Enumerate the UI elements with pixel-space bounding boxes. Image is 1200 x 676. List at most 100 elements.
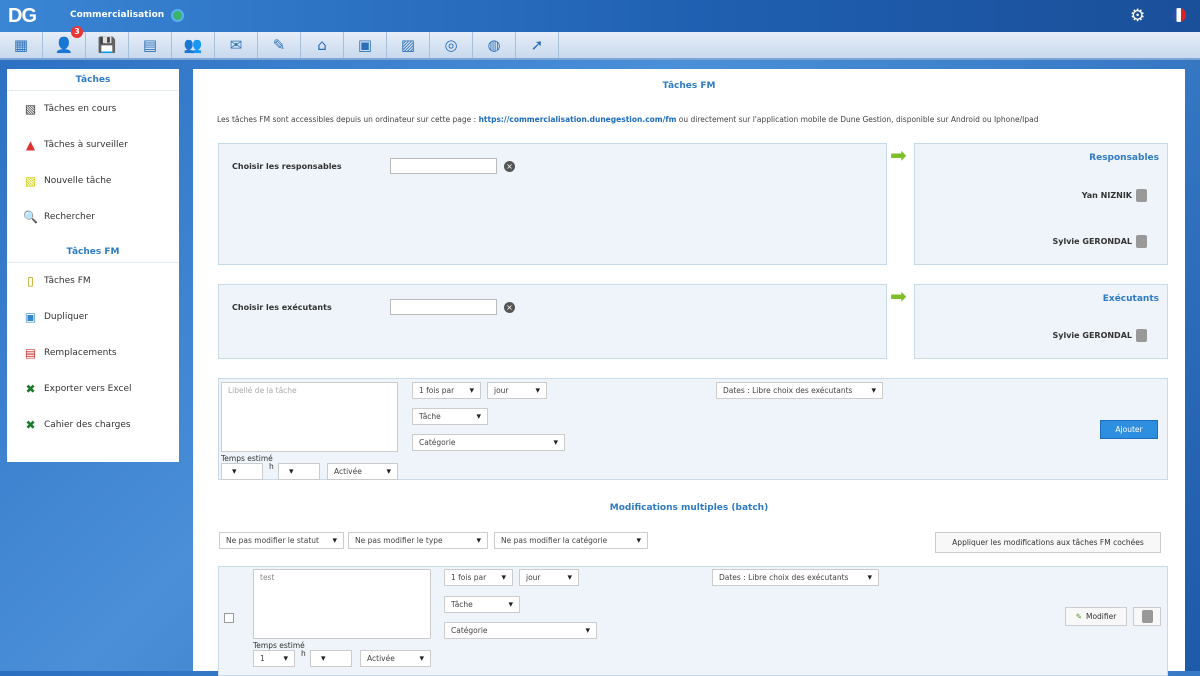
info-before: Les tâches FM sont accessibles depuis un… bbox=[217, 115, 479, 124]
toolbar-mail-button[interactable]: ✉ bbox=[215, 32, 258, 58]
status-select[interactable]: Activée bbox=[360, 650, 431, 667]
status-select[interactable]: Activée bbox=[327, 463, 398, 480]
responsables-title: Responsables bbox=[1089, 153, 1159, 163]
notification-badge: 3 bbox=[71, 26, 83, 38]
toolbar-save-button[interactable]: 💾 bbox=[86, 32, 129, 58]
toolbar-coins-button[interactable]: ◎ bbox=[430, 32, 473, 58]
minutes-select[interactable] bbox=[278, 463, 320, 480]
sidebar-item-label: Tâches à surveiller bbox=[44, 140, 128, 150]
batch-category-select[interactable]: Ne pas modifier la catégorie bbox=[494, 532, 648, 549]
sidebar-item[interactable]: ▣ Dupliquer bbox=[7, 299, 179, 335]
pencil-icon: ✎ bbox=[1075, 612, 1082, 621]
sidebar-item-label: Remplacements bbox=[44, 348, 117, 358]
frequency-select[interactable]: 1 fois par bbox=[444, 569, 513, 586]
tools-icon: ➚ bbox=[530, 36, 544, 54]
arrow-right-icon: ➡ bbox=[890, 143, 907, 167]
sidebar-section-taches: Tâches bbox=[7, 69, 179, 91]
trash-icon[interactable] bbox=[1136, 235, 1147, 248]
toolbar-contacts-button[interactable]: 👥 bbox=[172, 32, 215, 58]
page-title: Tâches FM bbox=[662, 81, 716, 91]
row-checkbox[interactable] bbox=[224, 613, 234, 623]
fm-link[interactable]: https://commercialisation.dunegestion.co… bbox=[479, 115, 677, 124]
toolbar-edit-button[interactable]: ✎ bbox=[258, 32, 301, 58]
modify-button[interactable]: ✎ Modifier bbox=[1065, 607, 1127, 626]
executants-list: Exécutants Sylvie GERONDAL bbox=[914, 284, 1168, 359]
period-select[interactable]: jour bbox=[519, 569, 579, 586]
responsables-list: Responsables Yan NIZNIK Sylvie GERONDAL bbox=[914, 143, 1168, 265]
dates-select[interactable]: Dates : Libre choix des exécutants bbox=[716, 382, 883, 399]
type-select[interactable]: Tâche bbox=[412, 408, 488, 425]
sidebar-item[interactable]: ✖ Exporter vers Excel bbox=[7, 371, 179, 407]
responsables-label: Choisir les responsables bbox=[232, 162, 342, 171]
users-icon: 👤 bbox=[54, 36, 74, 54]
sidebar-item-label: Cahier des charges bbox=[44, 420, 131, 430]
frequency-select[interactable]: 1 fois par bbox=[412, 382, 481, 399]
sidebar-item[interactable]: ▧ Nouvelle tâche bbox=[7, 163, 179, 199]
sidebar-item-icon: 🔍 bbox=[23, 210, 38, 224]
sidebar-item-icon: ▣ bbox=[24, 310, 37, 324]
responsables-input[interactable] bbox=[390, 158, 497, 174]
mail-icon: ✉ bbox=[229, 36, 243, 54]
sidebar-item[interactable]: ▲ Tâches à surveiller bbox=[7, 127, 179, 163]
gear-icon[interactable]: ⚙ bbox=[1130, 6, 1145, 26]
batch-type-select[interactable]: Ne pas modifier le type bbox=[348, 532, 488, 549]
category-select[interactable]: Catégorie bbox=[412, 434, 565, 451]
app-header: DG Commercialisation ⚙ bbox=[0, 0, 1200, 32]
home-icon: ⌂ bbox=[317, 36, 327, 54]
apply-batch-button[interactable]: Appliquer les modifications aux tâches F… bbox=[935, 532, 1161, 553]
hours-select[interactable] bbox=[221, 463, 263, 480]
main-panel: Tâches FM Les tâches FM sont accessibles… bbox=[193, 69, 1185, 676]
sidebar-item-icon: ▤ bbox=[24, 346, 37, 360]
minutes-select[interactable] bbox=[310, 650, 352, 667]
task-label-textarea[interactable]: Libellé de la tâche bbox=[221, 382, 398, 452]
delete-button[interactable] bbox=[1133, 607, 1161, 626]
sidebar-item-label: Nouvelle tâche bbox=[44, 176, 112, 186]
sidebar-item-label: Tâches en cours bbox=[44, 104, 117, 114]
toolbar-users-button[interactable]: 👤 3 bbox=[43, 26, 86, 58]
sidebar-item-label: Tâches FM bbox=[44, 276, 91, 286]
type-select[interactable]: Tâche bbox=[444, 596, 520, 613]
clear-icon[interactable]: × bbox=[504, 302, 515, 313]
executants-input[interactable] bbox=[390, 299, 497, 315]
toolbar-boxes-button[interactable]: ▣ bbox=[344, 32, 387, 58]
time-label: Temps estimé bbox=[221, 454, 273, 463]
table-icon: ▤ bbox=[142, 36, 158, 54]
toolbar-table-button[interactable]: ▤ bbox=[129, 32, 172, 58]
sidebar-item-label: Rechercher bbox=[44, 212, 95, 222]
sidebar-section-taches-fm: Tâches FM bbox=[7, 241, 179, 263]
toolbar-home-button[interactable]: ⌂ bbox=[301, 32, 344, 58]
french-flag-icon[interactable] bbox=[1172, 8, 1186, 22]
sidebar-item-icon: ▧ bbox=[24, 102, 37, 116]
toolbar-globe-button[interactable]: ◍ bbox=[473, 32, 516, 58]
category-select[interactable]: Catégorie bbox=[444, 622, 597, 639]
sidebar-item-label: Dupliquer bbox=[44, 312, 89, 322]
toolbar-tools-button[interactable]: ➚ bbox=[516, 32, 559, 58]
sidebar-item[interactable]: ▧ Tâches en cours bbox=[7, 91, 179, 127]
dashboard-icon: ▦ bbox=[13, 36, 29, 54]
trash-icon[interactable] bbox=[1136, 189, 1147, 202]
logo: DG bbox=[8, 5, 37, 27]
clear-icon[interactable]: × bbox=[504, 161, 515, 172]
dates-select[interactable]: Dates : Libre choix des exécutants bbox=[712, 569, 879, 586]
sync-icon[interactable] bbox=[171, 9, 184, 22]
executants-label: Choisir les exécutants bbox=[232, 303, 332, 312]
hours-select[interactable]: 1 bbox=[253, 650, 295, 667]
toolbar-dashboard-button[interactable]: ▦ bbox=[0, 32, 43, 58]
person-name: Sylvie GERONDAL bbox=[1052, 237, 1132, 246]
hours-unit: h bbox=[301, 649, 306, 658]
task-label-textarea[interactable]: test bbox=[253, 569, 431, 639]
sidebar-item-icon: ✖ bbox=[25, 418, 36, 432]
batch-status-select[interactable]: Ne pas modifier le statut bbox=[219, 532, 344, 549]
trash-icon[interactable] bbox=[1136, 329, 1147, 342]
new-task-form: Libellé de la tâche Temps estimé h Activ… bbox=[218, 378, 1168, 480]
sidebar-item[interactable]: 🔍 Rechercher bbox=[7, 199, 179, 235]
sidebar-item[interactable]: ▤ Remplacements bbox=[7, 335, 179, 371]
add-button[interactable]: Ajouter bbox=[1100, 420, 1158, 439]
sidebar-item[interactable]: ▯ Tâches FM bbox=[7, 263, 179, 299]
sidebar-item[interactable]: ✖ Cahier des charges bbox=[7, 407, 179, 443]
executants-title: Exécutants bbox=[1102, 294, 1159, 304]
toolbar-notes-button[interactable]: ▨ bbox=[387, 32, 430, 58]
period-select[interactable]: jour bbox=[487, 382, 547, 399]
sidebar: Tâches ▧ Tâches en cours ▲ Tâches à surveil… bbox=[7, 69, 179, 462]
info-text: Les tâches FM sont accessibles depuis un… bbox=[217, 115, 1039, 124]
